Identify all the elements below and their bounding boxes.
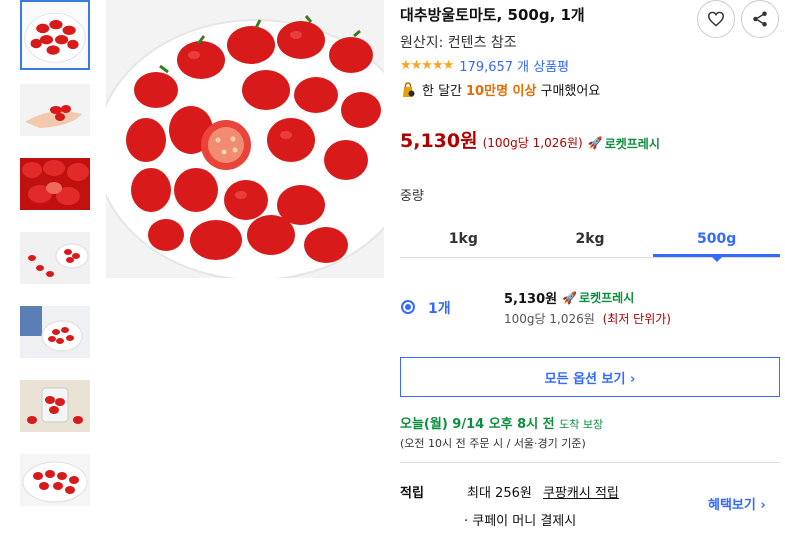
coupay-note: · 쿠페이 머니 결제시 xyxy=(464,514,577,529)
popular-prefix: 한 달간 xyxy=(422,84,463,99)
rocket-icon: 🚀 xyxy=(562,290,578,305)
points-max: 최대 256원 xyxy=(467,486,532,501)
option-rocket-badge: 🚀 로켓프레시 xyxy=(562,289,634,306)
origin-info: 원산지: 컨텐츠 참조 xyxy=(400,35,517,51)
delivery-arrival: 오늘(월) 9/14 오후 8시 전 xyxy=(400,417,555,432)
tomato-bowl-image xyxy=(22,2,88,68)
cherry-tomatoes-plate-image xyxy=(106,0,384,278)
unit-price: (100g당 1,026원) xyxy=(482,136,583,150)
benefit-link[interactable]: 혜택보기 › xyxy=(708,494,766,513)
rating-row[interactable]: ★★★★★ 179,657 개 상품평 xyxy=(400,56,569,75)
coupang-cash-link[interactable]: 쿠팡캐시 적립 xyxy=(543,482,619,501)
thumbnail-1[interactable] xyxy=(20,0,90,70)
tab-caret-icon xyxy=(711,257,722,262)
purchase-count-badge: 한 달간 10만명 이상 구매했어요 xyxy=(400,80,600,99)
share-icon xyxy=(753,11,767,27)
tomato-bowl-cloth-image xyxy=(20,306,90,358)
tomato-hand-image xyxy=(20,84,90,136)
tab-500g[interactable]: 500g xyxy=(653,222,781,262)
popular-highlight: 10만명 이상 xyxy=(466,84,537,99)
lowest-unit-badge: (최저 단위가) xyxy=(602,312,671,326)
tomato-closeup-image xyxy=(20,158,90,210)
option-unit-price: 100g당 1,026원 xyxy=(504,312,595,326)
rating-stars-icon: ★★★★★ xyxy=(400,58,454,73)
rocket-fresh-badge: 🚀 로켓프레시 xyxy=(588,135,660,152)
tomato-glass-image xyxy=(20,380,90,432)
share-button[interactable] xyxy=(741,0,779,38)
option-price: 5,130원 xyxy=(504,292,558,307)
delivery-note: (오전 10시 전 주문 시 / 서울·경기 기준) xyxy=(400,437,586,450)
all-options-button[interactable]: 모든 옵션 보기 › xyxy=(400,357,780,397)
review-count-link[interactable]: 179,657 개 상품평 xyxy=(459,56,569,75)
product-title: 대추방울토마토, 500g, 1개 xyxy=(400,6,585,24)
divider xyxy=(400,462,780,463)
weight-tabs: 1kg 2kg 500g xyxy=(400,222,781,262)
option-radio[interactable] xyxy=(401,300,415,314)
wishlist-button[interactable] xyxy=(697,0,735,38)
thumbnail-3[interactable] xyxy=(20,158,90,210)
main-product-image[interactable] xyxy=(106,0,384,278)
thumbnail-2[interactable] xyxy=(20,84,90,136)
tab-1kg[interactable]: 1kg xyxy=(400,222,527,257)
option-unit-row: 100g당 1,026원 (최저 단위가) xyxy=(504,310,671,327)
thumbnail-7[interactable] xyxy=(20,454,90,506)
delivery-guarantee: 도착 보장 xyxy=(559,418,604,431)
price-row: 5,130원 (100g당 1,026원) 🚀 로켓프레시 xyxy=(400,126,660,153)
tomato-dish-image xyxy=(20,454,90,506)
selected-option[interactable]: 1개 5,130원 🚀 로켓프레시 100g당 1,026원 (최저 단위가) xyxy=(400,286,780,336)
heart-icon xyxy=(707,11,725,27)
tomato-plate-image xyxy=(20,232,90,284)
thumbnail-4[interactable] xyxy=(20,232,90,284)
popular-suffix: 구매했어요 xyxy=(540,84,601,99)
thumbnail-6[interactable] xyxy=(20,380,90,432)
option-quantity: 1개 xyxy=(428,301,451,317)
thumbnail-list xyxy=(20,0,92,528)
option-label: 중량 xyxy=(400,189,424,204)
tab-2kg[interactable]: 2kg xyxy=(527,222,654,257)
thumbnail-5[interactable] xyxy=(20,306,90,358)
option-rocket-label: 로켓프레시 xyxy=(579,291,635,305)
tab-500g-label: 500g xyxy=(697,231,737,247)
shopping-bag-icon xyxy=(403,81,415,97)
option-price-row: 5,130원 🚀 로켓프레시 xyxy=(504,288,634,308)
sale-price: 5,130원 xyxy=(400,130,478,152)
rocket-icon: 🚀 xyxy=(587,136,603,150)
points-label: 적립 xyxy=(400,486,424,501)
rocket-fresh-label: 로켓프레시 xyxy=(604,136,660,151)
delivery-info: 오늘(월) 9/14 오후 8시 전 도착 보장 xyxy=(400,413,603,432)
